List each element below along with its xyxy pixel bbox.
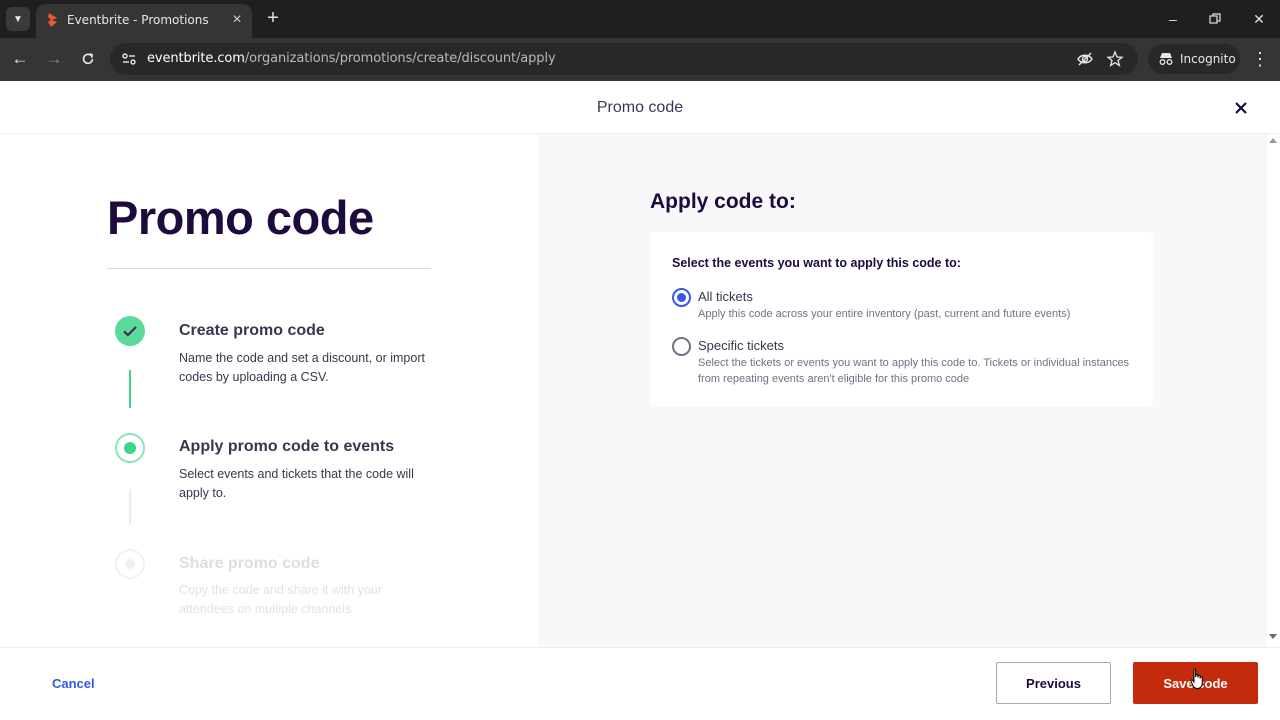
check-icon (123, 326, 137, 337)
section-title: Apply code to: (650, 190, 796, 213)
incognito-indicator[interactable]: Incognito (1148, 44, 1240, 74)
close-tab-icon[interactable]: × (228, 11, 246, 29)
incognito-icon (1159, 53, 1173, 65)
apply-options-label: Select the events you want to apply this… (672, 256, 961, 270)
specific-tickets-label[interactable]: Specific tickets (698, 338, 784, 353)
step-1-title: Create promo code (179, 322, 325, 339)
url-text: eventbrite.com/organizations/promotions/… (147, 51, 556, 66)
step-upcoming-dot (125, 559, 135, 569)
apply-options-card: Select the events you want to apply this… (650, 232, 1153, 407)
divider (107, 268, 431, 269)
step-upcoming-icon (115, 549, 145, 579)
all-tickets-radio[interactable] (672, 288, 691, 307)
step-3-description: Copy the code and share it with your att… (179, 583, 382, 616)
previous-button[interactable]: Previous (996, 662, 1111, 704)
address-bar[interactable]: eventbrite.com/organizations/promotions/… (110, 43, 1138, 75)
url-host: eventbrite.com (147, 51, 245, 66)
page-title: Promo code (107, 191, 374, 244)
apply-panel: Apply code to: Select the events you wan… (538, 134, 1267, 647)
browser-tab-bar: ▼ Eventbrite - Promotions × + – ✕ (0, 0, 1280, 38)
mouse-cursor-icon (1190, 668, 1203, 690)
tab-search-button[interactable]: ▼ (6, 7, 30, 31)
modal-title: Promo code (596, 99, 684, 116)
step-current-icon (115, 433, 145, 463)
scroll-down-arrow-icon[interactable] (1269, 634, 1277, 639)
minimize-button[interactable]: – (1162, 8, 1184, 30)
incognito-label: Incognito (1180, 52, 1236, 66)
url-path: /organizations/promotions/create/discoun… (244, 51, 556, 66)
eventbrite-favicon-icon (48, 13, 57, 27)
browser-menu-icon[interactable]: ⋮ (1250, 48, 1270, 70)
step-1-description: Name the code and set a discount, or imp… (179, 351, 425, 384)
tab-title: Eventbrite - Promotions (67, 13, 209, 27)
new-tab-button[interactable]: + (262, 7, 284, 29)
eye-off-icon[interactable] (1076, 50, 1094, 68)
all-tickets-label[interactable]: All tickets (698, 289, 753, 304)
chevron-down-icon: ▼ (13, 13, 23, 25)
browser-toolbar: ← → eventbrite.com/organizations/promoti… (0, 38, 1280, 81)
modal-header: Promo code (0, 81, 1280, 134)
all-tickets-description: Apply this code across your entire inven… (698, 308, 1071, 320)
step-connector (129, 489, 131, 524)
reload-icon (82, 53, 94, 65)
step-3-title: Share promo code (179, 555, 320, 572)
steps-panel: Promo code Create promo code Name the co… (0, 134, 538, 647)
specific-tickets-description: Select the tickets or events you want to… (698, 357, 1130, 385)
cancel-button[interactable]: Cancel (52, 676, 95, 691)
step-current-dot (124, 442, 136, 454)
modal-footer: Cancel Previous Save code (0, 647, 1280, 720)
scroll-up-arrow-icon[interactable] (1269, 138, 1277, 143)
restore-button[interactable] (1204, 8, 1226, 30)
step-complete-check-icon (115, 316, 145, 346)
scrollbar[interactable] (1267, 134, 1280, 647)
step-2-description: Select events and tickets that the code … (179, 467, 414, 500)
browser-tab[interactable]: Eventbrite - Promotions × (36, 4, 252, 38)
close-window-button[interactable]: ✕ (1248, 8, 1270, 30)
step-2-title: Apply promo code to events (179, 438, 395, 455)
radio-selected-dot (677, 293, 686, 302)
bookmark-star-icon[interactable] (1106, 50, 1124, 68)
forward-button[interactable]: → (43, 48, 65, 70)
specific-tickets-radio[interactable] (672, 337, 691, 356)
reload-button[interactable] (77, 48, 99, 70)
site-info-icon[interactable] (120, 50, 138, 68)
restore-icon (1209, 13, 1221, 24)
close-icon[interactable] (1230, 97, 1252, 119)
step-connector (129, 370, 131, 408)
back-button[interactable]: ← (9, 48, 31, 70)
